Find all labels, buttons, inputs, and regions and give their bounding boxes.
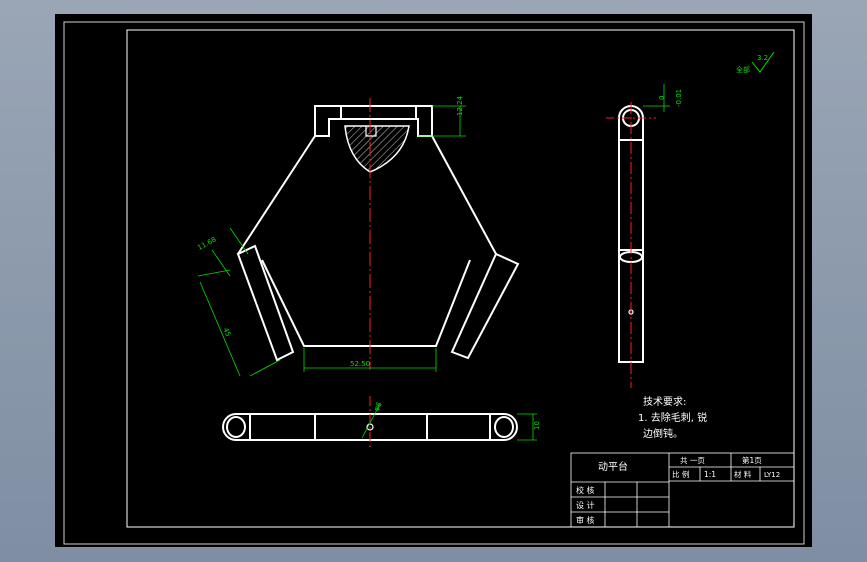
title-block-page-no: 第1页 — [742, 455, 762, 465]
tech-req-line1: 1. 去除毛刺, 锐 — [638, 411, 707, 424]
title-block-scale-label: 比 例 — [672, 469, 689, 479]
title-block-scale-value: 1:1 — [704, 470, 716, 479]
tech-req-line2: 边倒钝。 — [643, 427, 683, 440]
surface-finish-value: 3.2 — [757, 54, 768, 62]
dim-bottom-view-thickness: 10 — [533, 421, 541, 430]
title-block-total-pages: 共 一页 — [680, 456, 705, 465]
title-block-checker: 校 核 — [576, 485, 595, 495]
dim-top-slot-depth: 12.24 — [456, 95, 464, 116]
dim-side-tolerance: -0.01 — [675, 89, 683, 107]
title-block-designer: 设 计 — [576, 500, 595, 510]
dim-bottom-edge-width: 52.50 — [350, 360, 370, 368]
tech-req-heading: 技术要求: — [643, 395, 686, 408]
cad-drawing-canvas: 12.24 11.68 45 52.50 10 φ6 0 -0.01 3.2 全… — [55, 14, 812, 547]
title-block-material-label: 材 料 — [734, 469, 752, 479]
title-block-material-value: LY12 — [764, 471, 780, 479]
dim-side-tolerance-upper: 0 — [658, 96, 666, 100]
title-block-approver: 审 核 — [576, 515, 595, 525]
title-block-part-name: 动平台 — [598, 460, 628, 473]
surface-finish-label: 全部 — [736, 65, 750, 74]
